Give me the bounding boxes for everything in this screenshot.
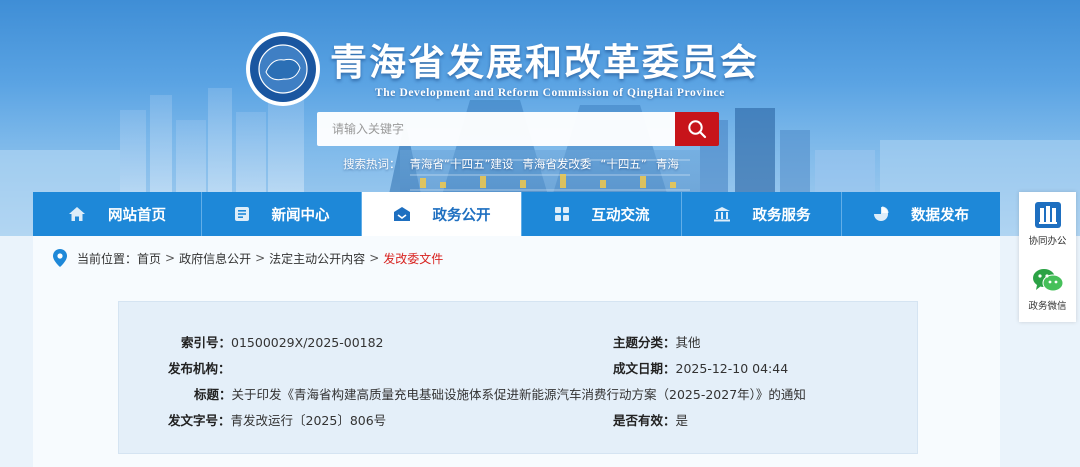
hot-word-link[interactable]: “十四五” xyxy=(600,157,646,171)
validity-row: 是否有效：是 xyxy=(613,410,688,429)
breadcrumb-home[interactable]: 首页 xyxy=(137,250,161,267)
nav-item-home[interactable]: 网站首页 xyxy=(33,192,202,236)
open-gov-icon xyxy=(393,207,410,221)
main-content: 当前位置： 首页 > 政府信息公开 > 法定主动公开内容 > 发改委文件 索引号… xyxy=(33,236,1000,467)
site-logo[interactable]: 青海省发展和改革委员会 The Development and Reform C… xyxy=(244,30,759,108)
breadcrumb-current[interactable]: 发改委文件 xyxy=(383,250,443,267)
news-icon xyxy=(234,207,249,221)
search-button[interactable] xyxy=(675,112,719,146)
office-building-icon xyxy=(1034,202,1061,228)
nav-item-news[interactable]: 新闻中心 xyxy=(202,192,362,236)
title-label: 标题： xyxy=(194,387,232,402)
topic-row: 主题分类：其他 xyxy=(613,332,701,351)
nav-label: 政务公开 xyxy=(432,207,491,224)
breadcrumb-separator: > xyxy=(255,251,266,265)
wechat-icon xyxy=(1032,269,1063,292)
breadcrumb-statutory[interactable]: 法定主动公开内容 xyxy=(269,250,365,267)
nav-label: 新闻中心 xyxy=(271,207,330,224)
nav-item-open-government[interactable]: 政务公开 xyxy=(362,192,522,236)
document-number-value: 青发改运行〔2025〕806号 xyxy=(230,413,387,428)
nav-label: 政务服务 xyxy=(752,207,811,224)
hot-words-label: 搜索热词： xyxy=(343,157,401,171)
title-row: 标题：关于印发《青海省构建高质量充电基础设施体系促进新能源汽车消费行动方案（20… xyxy=(194,384,806,403)
search-bar xyxy=(317,112,719,146)
data-chart-icon xyxy=(874,206,889,221)
site-title-english: The Development and Reform Commission of… xyxy=(375,86,725,99)
hot-search-words: 搜索热词： 青海省“十四五”建设 青海省发改委 “十四五” 青海 xyxy=(343,156,688,172)
document-number-row: 发文字号：青发改运行〔2025〕806号 xyxy=(168,410,386,429)
main-navigation: 网站首页 新闻中心 政务公开 互动交流 政务服务 数据发布 xyxy=(33,192,1000,236)
breadcrumb-separator: > xyxy=(369,251,380,265)
breadcrumb-separator: > xyxy=(165,251,176,265)
validity-label: 是否有效： xyxy=(613,413,676,428)
collaborative-office-link[interactable]: 协同办公 xyxy=(1019,192,1076,257)
date-row: 成文日期：2025-12-10 04:44 xyxy=(613,358,788,377)
topic-label: 主题分类： xyxy=(613,335,676,350)
search-input[interactable] xyxy=(317,112,675,146)
document-number-label: 发文字号： xyxy=(168,413,231,428)
publisher-label: 发布机构： xyxy=(168,361,231,376)
index-number-row: 索引号：01500029X/2025-00182 xyxy=(181,332,384,351)
breadcrumb: 当前位置： 首页 > 政府信息公开 > 法定主动公开内容 > 发改委文件 xyxy=(53,249,443,267)
floating-sidebar: 协同办公 政务微信 xyxy=(1019,192,1076,322)
search-icon xyxy=(688,120,707,139)
topic-value: 其他 xyxy=(675,335,701,350)
float-label: 政务微信 xyxy=(1028,301,1067,312)
breadcrumb-gov-info[interactable]: 政府信息公开 xyxy=(179,250,251,267)
nav-label: 网站首页 xyxy=(108,207,166,224)
title-value: 关于印发《青海省构建高质量充电基础设施体系促进新能源汽车消费行动方案（2025-… xyxy=(231,387,806,402)
service-icon xyxy=(713,207,730,222)
wechat-link[interactable]: 政务微信 xyxy=(1019,257,1076,322)
index-number-label: 索引号： xyxy=(181,335,232,350)
provincial-emblem-icon xyxy=(246,32,320,106)
validity-value: 是 xyxy=(675,413,689,428)
breadcrumb-label: 当前位置： xyxy=(77,251,138,266)
nav-item-interaction[interactable]: 互动交流 xyxy=(522,192,682,236)
home-icon xyxy=(69,207,85,221)
hot-word-link[interactable]: 青海省“十四五”建设 xyxy=(410,157,514,171)
float-label: 协同办公 xyxy=(1028,236,1067,247)
nav-item-services[interactable]: 政务服务 xyxy=(682,192,842,236)
hot-word-link[interactable]: 青海省发改委 xyxy=(522,157,591,171)
document-info-panel: 索引号：01500029X/2025-00182 主题分类：其他 发布机构： 成… xyxy=(118,301,918,454)
date-value: 2025-12-10 04:44 xyxy=(675,361,789,376)
index-number-value: 01500029X/2025-00182 xyxy=(231,335,384,350)
nav-label: 数据发布 xyxy=(911,207,969,224)
hot-word-link[interactable]: 青海 xyxy=(656,157,679,171)
site-title: 青海省发展和改革委员会 xyxy=(330,39,759,84)
nav-label: 互动交流 xyxy=(591,207,650,224)
location-pin-icon xyxy=(53,249,67,267)
interaction-icon xyxy=(554,207,569,221)
publisher-row: 发布机构： xyxy=(168,358,231,377)
date-label: 成文日期： xyxy=(613,361,676,376)
nav-item-data[interactable]: 数据发布 xyxy=(842,192,1000,236)
